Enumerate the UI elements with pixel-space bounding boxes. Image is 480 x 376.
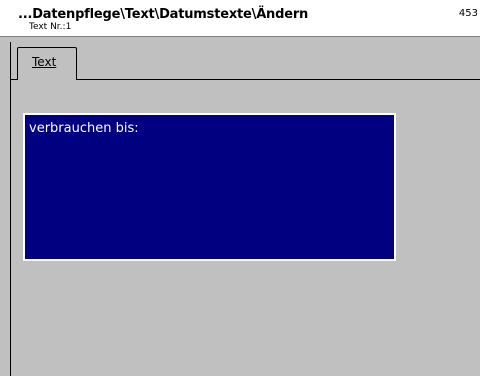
- title-bar: ...Datenpflege\Text\Datumstexte\Ändern T…: [0, 0, 480, 37]
- text-editor[interactable]: verbrauchen bis:: [23, 113, 396, 261]
- tab-text-label: Text: [32, 55, 57, 69]
- screen-code: 453: [458, 8, 478, 19]
- tab-strip-line: [10, 79, 18, 80]
- tab-strip-line: [76, 79, 480, 80]
- record-number-label: Text Nr.:1: [29, 22, 72, 32]
- text-editor-content[interactable]: verbrauchen bis:: [29, 121, 139, 136]
- page-title: ...Datenpflege\Text\Datumstexte\Ändern: [18, 7, 309, 22]
- panel-left-border: [10, 42, 11, 376]
- tab-text[interactable]: Text: [17, 47, 77, 80]
